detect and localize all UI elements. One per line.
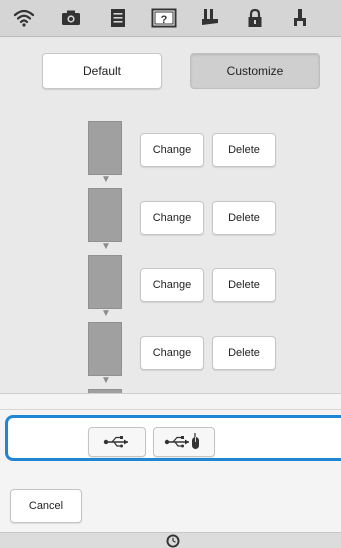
- boot-icon[interactable]: [199, 7, 221, 29]
- delete-button[interactable]: Delete: [212, 133, 276, 167]
- sequence-item-thumbnail: [88, 255, 122, 309]
- sequence-list: Change Delete ▼ Change Delete ▼ Change D…: [0, 108, 341, 403]
- help-icon[interactable]: ?: [151, 7, 177, 29]
- lock-icon[interactable]: [244, 7, 266, 29]
- down-arrow-icon: ▼: [101, 375, 111, 386]
- usb-icon: [103, 436, 128, 448]
- delete-button[interactable]: Delete: [212, 336, 276, 370]
- default-button[interactable]: Default: [42, 53, 162, 89]
- divider: [0, 409, 341, 410]
- delete-button[interactable]: Delete: [212, 268, 276, 302]
- sequence-item-thumbnail: [88, 322, 122, 376]
- document-icon[interactable]: [107, 7, 129, 29]
- clock-icon[interactable]: [166, 534, 180, 548]
- change-button[interactable]: Change: [140, 336, 204, 370]
- screen: ? Default Customize Change Delete ▼ Chan…: [0, 0, 341, 548]
- change-button[interactable]: Change: [140, 268, 204, 302]
- customize-button[interactable]: Customize: [190, 53, 320, 89]
- top-toolbar: ?: [0, 0, 341, 37]
- usb-mouse-button[interactable]: [153, 427, 215, 457]
- down-arrow-icon: ▼: [101, 174, 111, 185]
- presser-foot-icon[interactable]: [290, 7, 312, 29]
- wifi-icon[interactable]: [13, 7, 35, 29]
- cancel-button[interactable]: Cancel: [10, 489, 82, 523]
- svg-text:?: ?: [161, 14, 168, 26]
- camera-icon[interactable]: [60, 7, 82, 29]
- sequence-item-thumbnail: [88, 188, 122, 242]
- usb-options-row: [5, 415, 341, 461]
- change-button[interactable]: Change: [140, 201, 204, 235]
- usb-button[interactable]: [88, 427, 146, 457]
- down-arrow-icon: ▼: [101, 241, 111, 252]
- delete-button[interactable]: Delete: [212, 201, 276, 235]
- bottom-status-bar: [0, 532, 341, 548]
- down-arrow-icon: ▼: [101, 308, 111, 319]
- usb-select-popup: Cancel: [0, 393, 341, 548]
- sequence-item-thumbnail: [88, 121, 122, 175]
- change-button[interactable]: Change: [140, 133, 204, 167]
- usb-mouse-icon: [164, 433, 199, 449]
